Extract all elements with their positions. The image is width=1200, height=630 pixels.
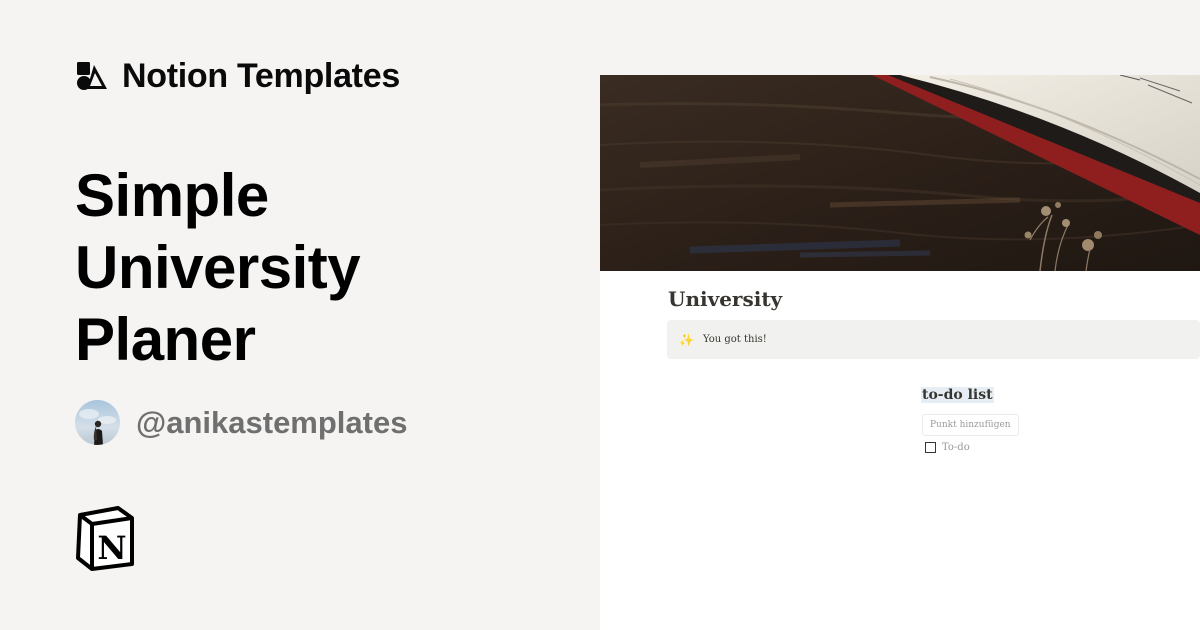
brand-name: Notion Templates — [122, 57, 400, 95]
notion-logo[interactable]: N — [74, 506, 136, 571]
todo-list-heading: to-do list — [921, 387, 994, 403]
title-line-1: Simple — [75, 162, 269, 229]
sparkles-icon: ✨ — [679, 332, 694, 347]
page-title: University — [668, 287, 783, 311]
title-line-3: Planer — [75, 306, 256, 373]
todo-item[interactable]: To-do — [925, 442, 970, 453]
author[interactable]: @anikastemplates — [75, 400, 407, 445]
notion-logo-letter: N — [97, 529, 126, 567]
cover-image — [600, 75, 1200, 271]
callout-text: You got this! — [703, 334, 767, 345]
left-panel: Notion Templates Simple University Plane… — [0, 0, 600, 630]
author-avatar — [75, 400, 120, 445]
template-title: Simple University Planer — [75, 160, 361, 376]
callout: ✨ You got this! — [667, 320, 1200, 359]
notion-templates-logo-icon — [77, 62, 107, 90]
brand[interactable]: Notion Templates — [76, 56, 400, 96]
add-item-input[interactable]: Punkt hinzufügen — [922, 414, 1019, 436]
todo-checkbox[interactable] — [925, 442, 936, 453]
todo-item-label: To-do — [942, 442, 970, 453]
author-handle: @anikastemplates — [136, 404, 408, 440]
title-line-2: University — [75, 234, 361, 301]
notion-page-preview: University ✨ You got this! to-do list Pu… — [600, 75, 1200, 630]
